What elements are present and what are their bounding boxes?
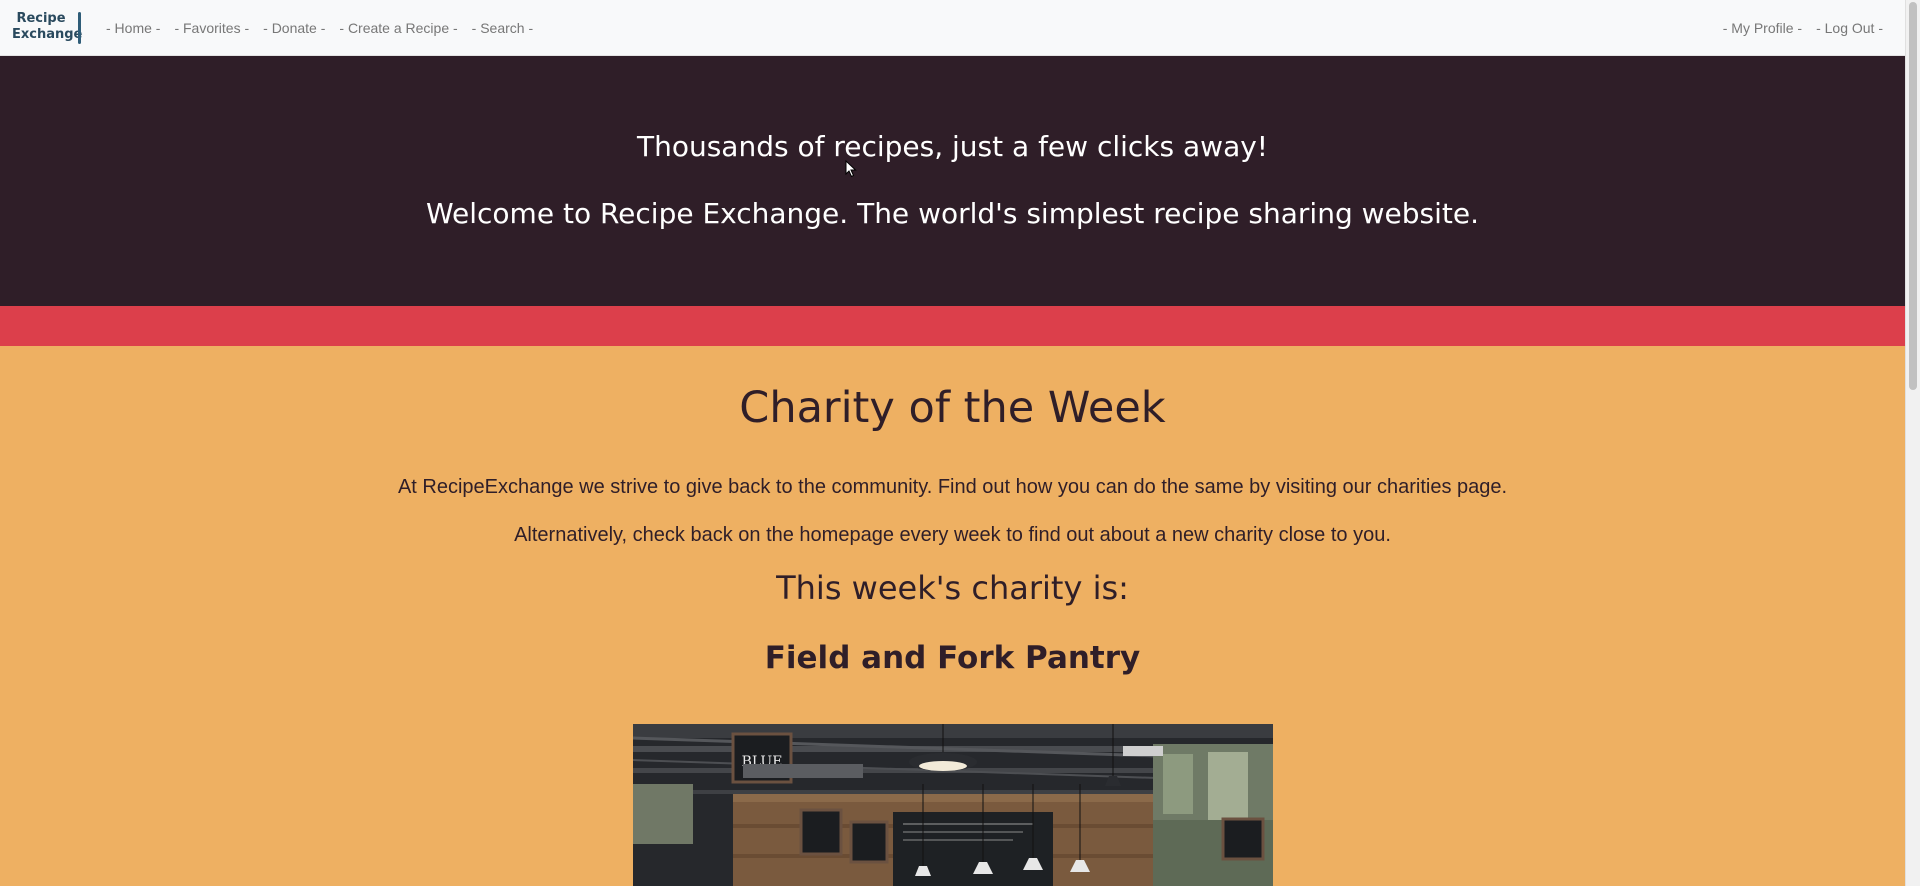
top-navbar: Recipe Exchange - Home - - Favorites - -… [0,0,1905,56]
logo-text-line2: Exchange [12,27,83,42]
charity-followup-paragraph: Alternatively, check back on the homepag… [514,524,1391,546]
accent-divider-bar [0,306,1905,346]
site-logo[interactable]: Recipe Exchange [12,9,84,47]
charity-photo: BLUE [633,724,1273,886]
charity-section: Charity of the Week At RecipeExchange we… [0,346,1905,886]
charity-subheading: This week's charity is: [776,569,1129,607]
nav-favorites-link[interactable]: - Favorites - [167,20,256,36]
charity-intro-paragraph: At RecipeExchange we strive to give back… [397,476,1508,498]
hero-heading: Thousands of recipes, just a few clicks … [636,130,1269,163]
nav-home-link[interactable]: - Home - [99,20,167,36]
nav-log-out-link[interactable]: - Log Out - [1809,20,1890,36]
nav-links-right: - My Profile - - Log Out - [1716,0,1890,56]
nav-search-link[interactable]: - Search - [465,20,540,36]
charity-section-title: Charity of the Week [739,383,1166,433]
charity-name: Field and Fork Pantry [764,640,1141,676]
nav-create-recipe-link[interactable]: - Create a Recipe - [332,20,464,36]
page-scrollbar[interactable] [1905,0,1920,886]
logo-text-line1: Recipe [16,11,66,26]
nav-links-left: - Home - - Favorites - - Donate - - Crea… [99,0,540,56]
hero-welcome-text: Welcome to Recipe Exchange. The world's … [425,197,1480,230]
mouse-cursor-icon [845,160,857,178]
spoon-icon [78,12,81,44]
hero-banner: Thousands of recipes, just a few clicks … [0,56,1905,306]
nav-my-profile-link[interactable]: - My Profile - [1716,20,1809,36]
nav-donate-link[interactable]: - Donate - [256,20,332,36]
scrollbar-thumb[interactable] [1909,2,1917,390]
